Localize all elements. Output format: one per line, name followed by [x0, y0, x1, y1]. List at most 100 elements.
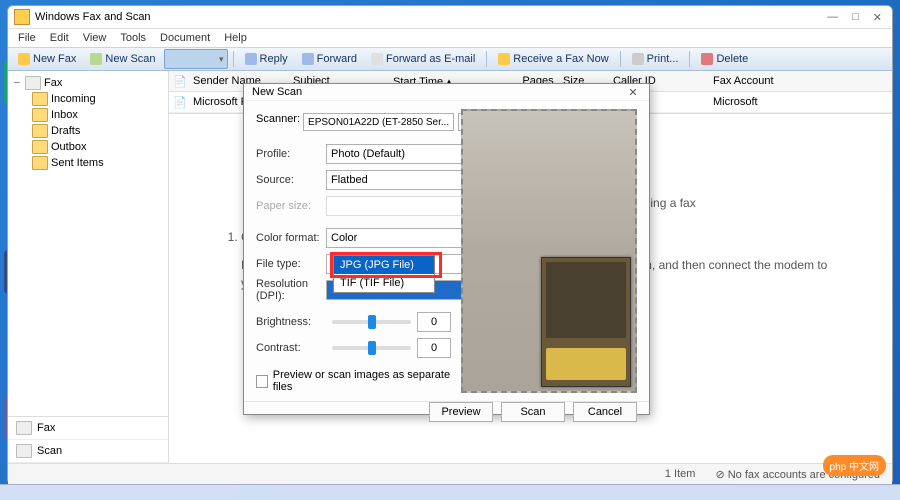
- tree-item-sent[interactable]: Sent Items: [10, 155, 166, 171]
- contrast-label: Contrast:: [256, 342, 326, 354]
- folder-icon: [32, 108, 48, 122]
- label: Forward as E-mail: [386, 53, 475, 65]
- color-label: Color format:: [256, 232, 326, 244]
- forward-button[interactable]: Forward: [296, 51, 363, 67]
- label: Receive a Fax Now: [513, 53, 608, 65]
- dialog-titlebar[interactable]: New Scan ✕: [244, 84, 649, 101]
- menu-edit[interactable]: Edit: [50, 32, 69, 44]
- label: Print...: [647, 53, 679, 65]
- checkbox-icon: [256, 375, 268, 388]
- taskbar[interactable]: [0, 484, 900, 500]
- color-select[interactable]: Color: [326, 228, 471, 248]
- slider-thumb[interactable]: [368, 315, 376, 329]
- profile-label: Profile:: [256, 148, 326, 160]
- folder-tree: − Fax Incoming Inbox Drafts Outbox Sent I…: [8, 71, 168, 416]
- folder-icon: [32, 156, 48, 170]
- print-button[interactable]: Print...: [626, 51, 685, 67]
- menu-tools[interactable]: Tools: [120, 32, 146, 44]
- delete-icon: [701, 53, 713, 65]
- scan-mode-icon: [16, 444, 32, 458]
- preview-document: [541, 257, 631, 387]
- fax-icon: [18, 53, 30, 65]
- tree-item-outbox[interactable]: Outbox: [10, 139, 166, 155]
- separator: [620, 51, 621, 67]
- row-icon: 📄: [173, 96, 193, 109]
- col-account[interactable]: Fax Account: [713, 75, 813, 87]
- preview-button[interactable]: Preview: [429, 402, 493, 422]
- preview-document-title: [546, 348, 626, 380]
- menu-view[interactable]: View: [83, 32, 107, 44]
- contrast-input[interactable]: [417, 338, 451, 358]
- tree-item-incoming[interactable]: Incoming: [10, 91, 166, 107]
- separator: [233, 51, 234, 67]
- label: Forward: [317, 53, 357, 65]
- minimize-button[interactable]: —: [827, 11, 838, 24]
- brightness-input[interactable]: [417, 312, 451, 332]
- scan-preview[interactable]: [461, 109, 637, 393]
- tree-root-fax[interactable]: − Fax: [10, 75, 166, 91]
- menu-help[interactable]: Help: [224, 32, 247, 44]
- mode-scan[interactable]: Scan: [8, 440, 168, 463]
- watermark: php 中文网: [823, 455, 886, 476]
- scanner-value: EPSON01A22D (ET-2850 Ser...: [303, 113, 454, 131]
- paper-select: [326, 196, 471, 216]
- paper-label: Paper size:: [256, 200, 326, 212]
- separator: [486, 51, 487, 67]
- new-fax-button[interactable]: New Fax: [12, 51, 82, 67]
- folder-icon: [32, 124, 48, 138]
- folder-icon: [25, 76, 41, 90]
- label: Scan: [37, 445, 62, 457]
- mode-fax[interactable]: Fax: [8, 417, 168, 440]
- resolution-label: Resolution (DPI):: [256, 278, 326, 302]
- new-scan-dialog: New Scan ✕ Scanner:EPSON01A22D (ET-2850 …: [243, 83, 650, 415]
- dialog-close-button[interactable]: ✕: [625, 84, 641, 100]
- cell-account: Microsoft: [713, 96, 813, 108]
- cancel-button[interactable]: Cancel: [573, 402, 637, 422]
- label: Inbox: [51, 109, 78, 121]
- new-scan-button[interactable]: New Scan: [84, 51, 161, 67]
- titlebar[interactable]: Windows Fax and Scan — □ ✕: [8, 6, 892, 29]
- delete-button[interactable]: Delete: [695, 51, 754, 67]
- menu-document[interactable]: Document: [160, 32, 210, 44]
- scan-button[interactable]: Scan: [501, 402, 565, 422]
- dropdown-option-jpg[interactable]: JPG (JPG File): [334, 256, 434, 274]
- separator: [689, 51, 690, 67]
- toggle-preview-button[interactable]: [164, 49, 228, 69]
- mode-switcher: Fax Scan: [8, 416, 168, 463]
- statusbar: 1 Item ⊘ No fax accounts are configured: [8, 463, 892, 484]
- close-button[interactable]: ✕: [873, 11, 882, 24]
- folder-icon: [32, 140, 48, 154]
- brightness-slider[interactable]: [332, 320, 411, 324]
- forward-icon: [302, 53, 314, 65]
- filetype-dropdown: JPG (JPG File) TIF (TIF File): [333, 255, 435, 293]
- col-icons[interactable]: 📄: [173, 75, 193, 88]
- label: Fax: [37, 422, 55, 434]
- menu-file[interactable]: File: [18, 32, 36, 44]
- receive-fax-button[interactable]: Receive a Fax Now: [492, 51, 614, 67]
- label: Drafts: [51, 125, 80, 137]
- source-select[interactable]: Flatbed: [326, 170, 471, 190]
- scan-icon: [90, 53, 102, 65]
- forward-email-button[interactable]: Forward as E-mail: [365, 51, 481, 67]
- tree-item-drafts[interactable]: Drafts: [10, 123, 166, 139]
- collapse-icon[interactable]: −: [12, 77, 22, 89]
- tree-item-inbox[interactable]: Inbox: [10, 107, 166, 123]
- reply-button[interactable]: Reply: [239, 51, 294, 67]
- scanner-label: Scanner:: [256, 113, 300, 131]
- label: Outbox: [51, 141, 86, 153]
- contrast-slider[interactable]: [332, 346, 411, 350]
- source-label: Source:: [256, 174, 326, 186]
- profile-select[interactable]: Photo (Default): [326, 144, 471, 164]
- filetype-label: File type:: [256, 258, 326, 270]
- slider-thumb[interactable]: [368, 341, 376, 355]
- brightness-label: Brightness:: [256, 316, 326, 328]
- label: Sent Items: [51, 157, 104, 169]
- separate-files-checkbox[interactable]: Preview or scan images as separate files: [256, 369, 451, 393]
- dialog-footer: Preview Scan Cancel: [244, 401, 649, 422]
- dropdown-option-tif[interactable]: TIF (TIF File): [334, 274, 434, 292]
- label: New Scan: [105, 53, 155, 65]
- label: Fax: [44, 77, 62, 89]
- label: Delete: [716, 53, 748, 65]
- maximize-button[interactable]: □: [852, 11, 859, 24]
- app-icon: [14, 9, 30, 25]
